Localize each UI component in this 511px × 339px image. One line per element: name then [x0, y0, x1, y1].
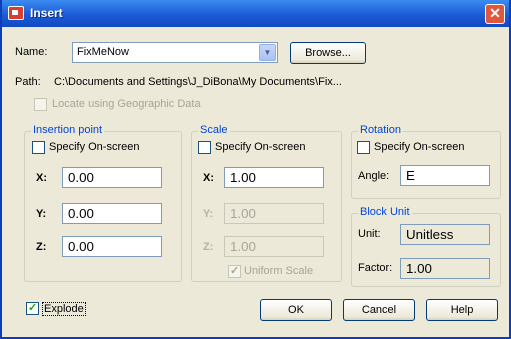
insertion-specify-checkbox[interactable] [32, 141, 45, 154]
cancel-button[interactable]: Cancel [343, 299, 415, 321]
path-label: Path: [15, 76, 41, 88]
insertion-z-label: Z: [36, 241, 47, 253]
explode-checkbox[interactable]: ✓ [26, 302, 39, 315]
uniform-scale-checkbox[interactable]: ✓ [228, 265, 241, 278]
ok-button[interactable]: OK [260, 299, 332, 321]
rotation-specify-checkbox[interactable] [357, 141, 370, 154]
scale-x-label: X: [203, 172, 214, 184]
close-icon: ✕ [489, 5, 501, 21]
geo-checkbox[interactable] [34, 98, 47, 111]
browse-button[interactable]: Browse... [290, 42, 366, 64]
insertion-y-input[interactable] [62, 203, 162, 224]
scale-x-input[interactable] [224, 167, 324, 188]
close-button[interactable]: ✕ [485, 4, 505, 24]
rotation-title: Rotation [358, 124, 403, 136]
help-button[interactable]: Help [426, 299, 498, 321]
check-icon: ✓ [28, 302, 38, 314]
insertion-specify-label: Specify On-screen [49, 141, 140, 153]
unit-label: Unit: [358, 228, 381, 240]
angle-input[interactable] [400, 165, 490, 186]
insertion-z-input[interactable] [62, 236, 162, 257]
geo-label: Locate using Geographic Data [52, 98, 201, 110]
check-icon: ✓ [230, 265, 240, 277]
scale-y-label: Y: [203, 208, 214, 220]
name-label: Name: [15, 46, 48, 58]
scale-specify-label: Specify On-screen [215, 141, 306, 153]
factor-label: Factor: [358, 262, 393, 274]
angle-label: Angle: [358, 170, 390, 182]
scale-y-input[interactable] [224, 203, 324, 224]
uniform-scale-label: Uniform Scale [244, 265, 314, 277]
insertion-y-label: Y: [36, 208, 47, 220]
app-icon [8, 6, 24, 20]
window-title: Insert [30, 6, 63, 20]
block-unit-title: Block Unit [358, 206, 412, 218]
scale-z-label: Z: [203, 241, 214, 253]
insertion-point-title: Insertion point [31, 124, 105, 136]
unit-value [400, 224, 490, 245]
insertion-x-label: X: [36, 172, 47, 184]
name-combobox[interactable]: FixMeNow ▼ [72, 42, 278, 63]
factor-value [400, 258, 490, 279]
rotation-specify-label: Specify On-screen [374, 141, 465, 153]
scale-z-input[interactable] [224, 236, 324, 257]
path-value: C:\Documents and Settings\J_DiBona\My Do… [54, 76, 342, 88]
name-value: FixMeNow [77, 46, 129, 58]
explode-label: Explode [42, 302, 86, 316]
insert-dialog: Insert ✕ Name: FixMeNow ▼ Browse... Path… [0, 0, 511, 339]
scale-specify-checkbox[interactable] [198, 141, 211, 154]
chevron-down-icon[interactable]: ▼ [259, 44, 276, 61]
scale-title: Scale [198, 124, 230, 136]
title-bar[interactable]: Insert ✕ [2, 0, 509, 27]
insertion-x-input[interactable] [62, 167, 162, 188]
